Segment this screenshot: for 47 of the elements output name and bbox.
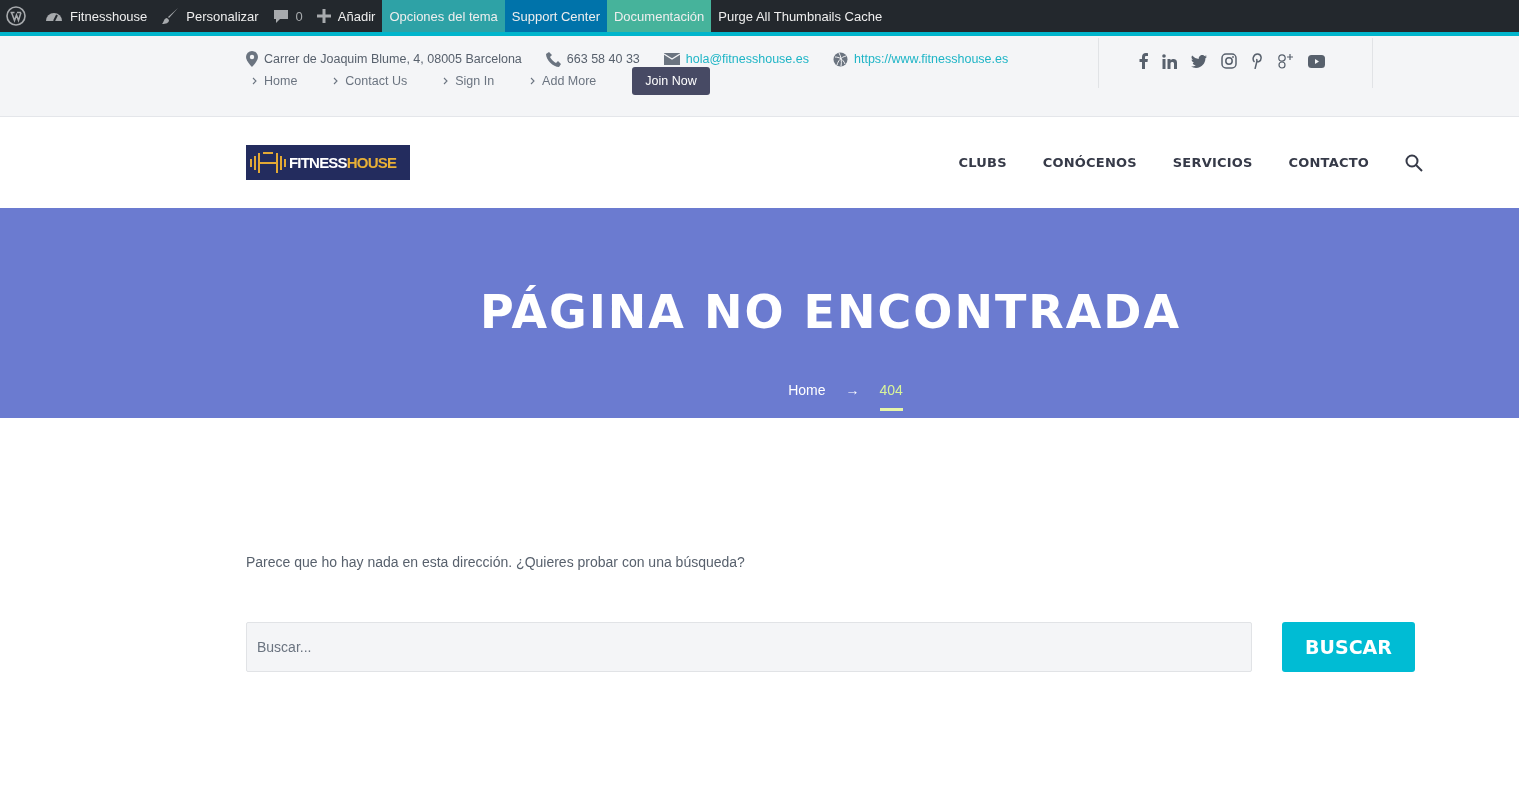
admin-menu-item[interactable]: 0 — [265, 0, 310, 32]
nav-link[interactable]: CONÓCENOS — [1042, 155, 1137, 170]
top-link[interactable]: Add More — [530, 74, 597, 88]
nav-link[interactable]: SERVICIOS — [1172, 155, 1253, 170]
map-pin-icon — [246, 51, 258, 67]
linkedin-icon[interactable] — [1162, 53, 1177, 69]
google-plus-icon[interactable] — [1277, 53, 1294, 69]
page-title: PÁGINA NO ENCONTRADA — [479, 284, 1182, 341]
breadcrumb-separator: → — [845, 382, 860, 400]
chevron-icon — [443, 77, 449, 85]
top-link[interactable]: Sign In — [443, 74, 495, 88]
brush-icon — [161, 7, 180, 25]
join-now-button[interactable]: Join Now — [632, 67, 710, 95]
speech-bubble-icon — [272, 8, 289, 24]
search-field[interactable]: Buscar... — [246, 622, 1252, 672]
admin-menu-item[interactable]: Fitnesshouse — [38, 0, 155, 32]
chevron-icon — [333, 77, 339, 85]
twitter-bird-icon[interactable] — [1191, 54, 1207, 68]
contact-text: 663 58 40 33 — [566, 52, 640, 66]
nav-link[interactable]: CONTACTO — [1288, 155, 1369, 170]
phone-icon — [545, 51, 561, 67]
admin-menu-item[interactable]: Añadir — [309, 0, 383, 32]
search-icon[interactable] — [1405, 153, 1423, 172]
plus-icon — [316, 9, 331, 23]
admin-menu-item[interactable]: Personalizar — [154, 0, 266, 32]
pinterest-icon[interactable] — [1251, 53, 1263, 69]
chevron-icon — [530, 77, 536, 85]
admin-menu-item[interactable]: Opciones del tema — [382, 0, 505, 32]
youtube-icon[interactable] — [1308, 54, 1325, 68]
admin-menu-item[interactable]: Support Center — [504, 0, 607, 32]
facebook-icon[interactable] — [1139, 53, 1148, 69]
instagram-icon[interactable] — [1221, 53, 1237, 69]
top-link[interactable]: Contact Us — [333, 74, 408, 88]
top-link[interactable]: Home — [252, 74, 298, 88]
chevron-icon — [252, 77, 257, 85]
breadcrumb-link[interactable]: Home — [788, 382, 826, 408]
not-found-message: Parece que ho hay nada en esta dirección. ¿Quieres probar con una búsqueda? — [246, 554, 746, 570]
globe-icon — [833, 51, 848, 67]
dumbbell-h-icon — [249, 149, 287, 176]
fitnesshouse-logo[interactable]: FITNESSHOUSE — [246, 145, 410, 180]
envelope-icon — [663, 53, 680, 65]
admin-menu-item[interactable]: Purge All Thumbnails Cache — [711, 0, 890, 32]
contact-text: Carrer de Joaquim Blume, 4, 08005 Barcelona — [264, 52, 522, 66]
logo-text: FITNESSHOUSE — [289, 154, 397, 171]
wordpress-logo-icon — [6, 6, 26, 26]
nav-link[interactable]: CLUBS — [958, 155, 1007, 170]
breadcrumb-link[interactable]: 404 — [879, 382, 903, 411]
